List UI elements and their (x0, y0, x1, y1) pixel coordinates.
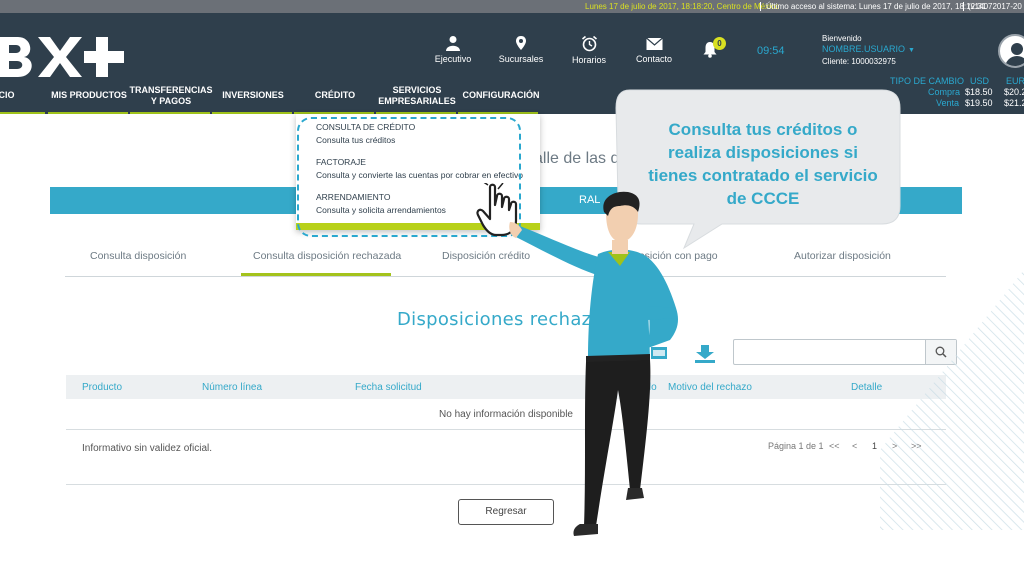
nav-underline (0, 112, 45, 114)
usd-label: USD (970, 76, 990, 86)
usd-buy-value: $18.50 (965, 87, 993, 97)
last-access-text: Último acceso al sistema: Lunes 17 de ju… (766, 2, 987, 11)
col-numero-linea[interactable]: Número línea (202, 382, 262, 393)
active-tab-indicator (241, 273, 391, 276)
eur-label: EUR (1006, 76, 1024, 86)
pager-prev[interactable]: < (852, 441, 857, 451)
exchange-title: TIPO DE CAMBIO (890, 76, 965, 86)
nav-item-credito[interactable]: CRÉDITO (294, 79, 376, 112)
nav-item-inversiones[interactable]: INVERSIONES (212, 79, 294, 112)
buy-label: Compra (928, 87, 961, 97)
version-text: (v14072017-20 (968, 2, 1022, 11)
col-detalle[interactable]: Detalle (851, 382, 882, 393)
sucursales-label: Sucursales (498, 54, 544, 64)
notifications-button[interactable]: 0 (702, 37, 726, 63)
pager-first[interactable]: << (829, 441, 840, 451)
disclaimer-text: Informativo sin validez oficial. (82, 443, 213, 454)
session-clock: 09:54 (757, 45, 785, 57)
nav-item-servicios-empresariales[interactable]: SERVICIOS EMPRESARIALES (376, 79, 458, 112)
pager-label: Página 1 de 1 (768, 441, 824, 451)
tab-autorizar-disposicion[interactable]: Autorizar disposición (794, 250, 891, 262)
eur-buy-value: $20.2 (1004, 87, 1024, 97)
welcome-label: Bienvenido (822, 34, 862, 43)
nav-item-mis-productos[interactable]: MIS PRODUCTOS (48, 79, 130, 112)
businessman-illustration (509, 191, 678, 536)
horarios-label: Horarios (571, 55, 606, 65)
col-producto[interactable]: Producto (82, 382, 122, 393)
ejecutivo-label: Ejecutivo (434, 54, 472, 64)
horarios-button[interactable]: Horarios (554, 35, 624, 65)
current-date-text: Lunes 17 de julio de 2017, 18:18:20, Cen… (585, 2, 780, 11)
bx-plus-logo[interactable] (0, 33, 130, 81)
sell-label: Venta (936, 98, 960, 108)
user-menu-toggle[interactable]: NOMBRE.USUARIO ▼ (822, 44, 915, 56)
eur-sell-value: $21.2 (1004, 98, 1024, 108)
user-welcome: Bienvenido NOMBRE.USUARIO ▼ Cliente: 1000… (822, 33, 915, 67)
nav-underline (130, 112, 210, 114)
contacto-label: Contacto (635, 54, 673, 64)
avatar-head (1011, 43, 1023, 55)
alarm-clock-icon (581, 35, 597, 52)
pager-current[interactable]: 1 (872, 441, 877, 451)
envelope-icon (645, 37, 663, 50)
usd-sell-value: $19.50 (965, 98, 993, 108)
nav-underline (48, 112, 128, 114)
nav-item-transferencias[interactable]: TRANSFERENCIAS Y PAGOS (130, 79, 213, 112)
status-strip: Lunes 17 de julio de 2017, 18:18:20, Cen… (0, 0, 1024, 13)
divider (963, 2, 964, 11)
avatar[interactable] (998, 34, 1024, 68)
client-number: Cliente: 1000032975 (822, 57, 896, 66)
person-icon (446, 36, 460, 51)
user-name: NOMBRE.USUARIO (822, 44, 906, 54)
tab-consulta-disposicion[interactable]: Consulta disposición (90, 250, 186, 262)
tab-consulta-disposicion-rechazada[interactable]: Consulta disposición rechazada (253, 250, 401, 262)
col-fecha-solicitud[interactable]: Fecha solicitud (355, 382, 422, 393)
nav-underline (212, 112, 292, 114)
caret-down-icon: ▼ (908, 47, 915, 54)
notification-count-badge: 0 (713, 37, 726, 50)
divider (760, 2, 761, 11)
avatar-body (1005, 56, 1024, 66)
contacto-button[interactable]: Contacto (619, 35, 689, 64)
nav-item-configuracion[interactable]: CONFIGURACIÓN (458, 79, 544, 112)
nav-item-inicio[interactable]: ICIO (0, 79, 26, 112)
ejecutivo-button[interactable]: Ejecutivo (418, 35, 488, 64)
decorative-stripes (880, 270, 1024, 530)
sucursales-button[interactable]: Sucursales (486, 35, 556, 64)
location-pin-icon (516, 36, 526, 50)
